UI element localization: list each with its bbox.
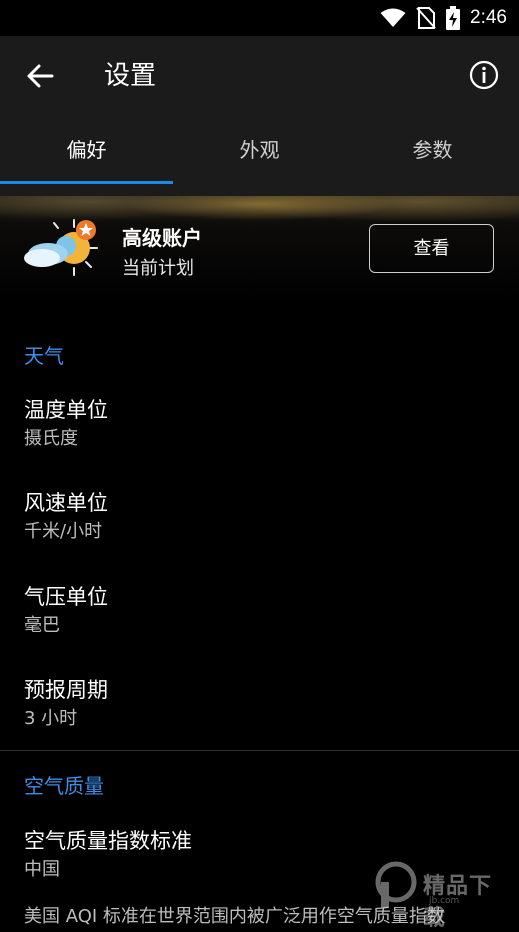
pref-forecast-period[interactable]: 预报周期 3 小时: [24, 675, 108, 733]
pref-value: 摄氏度: [24, 428, 78, 449]
battery-charging-icon: [446, 6, 461, 30]
tab-label: 参数: [412, 138, 453, 162]
page-title: 设置: [104, 61, 157, 91]
tab-appearance[interactable]: 外观: [173, 116, 346, 196]
section-divider: [0, 750, 519, 751]
watermark: 精品下载 jb.com: [373, 858, 513, 931]
pref-title: 空气质量指数标准: [24, 829, 192, 853]
tab-label: 偏好: [66, 138, 107, 162]
tab-parameters[interactable]: 参数: [346, 116, 519, 196]
wifi-icon: [380, 8, 406, 27]
pref-title: 预报周期: [24, 678, 108, 702]
tab-preferences[interactable]: 偏好: [0, 116, 173, 196]
tab-indicator: [0, 181, 173, 184]
pref-title: 温度单位: [24, 398, 108, 422]
section-header-air-quality: 空气质量: [24, 774, 104, 798]
pref-value: 千米/小时: [24, 521, 103, 542]
premium-subtitle: 当前计划: [122, 258, 194, 279]
section-header-weather: 天气: [24, 344, 64, 368]
status-bar: 2:46: [0, 0, 519, 36]
watermark-url: jb.com: [429, 896, 460, 906]
pref-value: 中国: [24, 859, 60, 880]
app-bar: 设置: [0, 36, 519, 116]
pref-pressure-unit[interactable]: 气压单位 毫巴: [24, 582, 108, 640]
pref-aqi-standard[interactable]: 空气质量指数标准 中国: [24, 826, 192, 884]
watermark-logo-icon: [375, 861, 417, 908]
pref-value: 3 小时: [24, 708, 78, 729]
weather-premium-icon: [24, 219, 98, 276]
back-arrow-icon[interactable]: [22, 58, 58, 94]
pref-temperature-unit[interactable]: 温度单位 摄氏度: [24, 395, 108, 453]
info-icon[interactable]: [469, 60, 499, 90]
tab-bar: 偏好 外观 参数: [0, 116, 519, 196]
view-plan-button[interactable]: 查看: [369, 224, 494, 273]
tab-label: 外观: [239, 138, 280, 162]
pref-wind-speed-unit[interactable]: 风速单位 千米/小时: [24, 488, 108, 546]
pref-title: 风速单位: [24, 491, 108, 515]
pref-title: 气压单位: [24, 585, 108, 609]
status-time: 2:46: [470, 7, 507, 28]
premium-banner: 高级账户 当前计划 查看: [0, 196, 519, 306]
pref-value: 毫巴: [24, 615, 60, 636]
premium-title: 高级账户: [122, 226, 202, 250]
no-sim-icon: [416, 7, 436, 29]
